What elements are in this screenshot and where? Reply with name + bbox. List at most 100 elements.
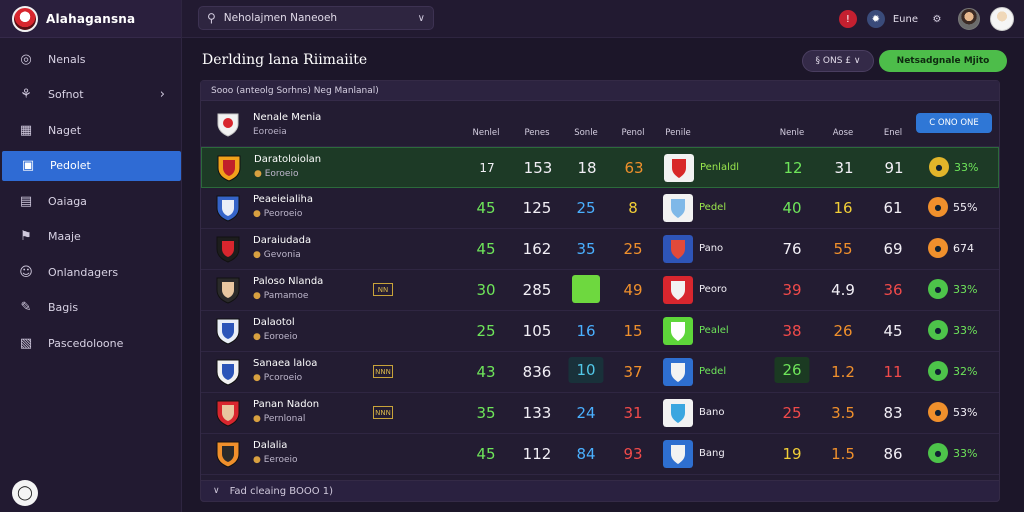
pen-icon: ✎ bbox=[20, 300, 32, 315]
column-header[interactable]: Enel bbox=[884, 128, 902, 138]
player-position: ● Eeroeio bbox=[253, 455, 298, 465]
club-badge-icon bbox=[663, 317, 693, 345]
status-dot-icon: ● bbox=[253, 414, 261, 424]
club-badge-icon bbox=[663, 440, 693, 468]
sidebar-item[interactable]: ▦ Naget bbox=[0, 115, 181, 145]
sidebar-item-label: Maaje bbox=[48, 230, 81, 243]
rating-dot-icon: ● bbox=[928, 443, 948, 463]
stat-cell: 40 bbox=[782, 199, 802, 217]
column-header[interactable]: Aose bbox=[833, 128, 854, 138]
sidebar-item[interactable]: ◎ Nenals bbox=[0, 44, 181, 74]
player-name[interactable]: Daratoloiolan bbox=[254, 154, 321, 165]
column-header[interactable]: Nenlel bbox=[473, 128, 500, 138]
player-sub: Peoroeio bbox=[263, 209, 303, 219]
table-row[interactable]: Paloso Nlanda ● Pamamoe NN 30 285 49 39 4.9 36 Pe… bbox=[201, 270, 999, 311]
player-sub: Eeroeio bbox=[263, 455, 298, 465]
settings-icon[interactable]: ⚙ bbox=[928, 10, 946, 28]
top-bar: ⚲ Neholajmen Naneoeh ∨ ! ✹ Eune ⚙ bbox=[182, 0, 1024, 38]
squad-table: Sooo (anteolg Sorhns) Neg Manlanal) Nena… bbox=[200, 80, 1000, 502]
player-crest-icon bbox=[216, 277, 240, 304]
sidebar-item[interactable]: ⚘ Sofnot › bbox=[0, 80, 181, 110]
sidebar-item-label: Nenals bbox=[48, 52, 86, 66]
rating-value: 33% bbox=[953, 446, 978, 460]
club-name[interactable]: Bang bbox=[699, 448, 725, 459]
stat-cell: 25 bbox=[623, 240, 643, 258]
player-name[interactable]: Daraiudada bbox=[253, 235, 311, 246]
player-name[interactable]: Dalalia bbox=[253, 440, 287, 451]
highlight-cell[interactable] bbox=[572, 275, 600, 303]
stat-cell: 55 bbox=[833, 240, 853, 258]
player-position: ● Eoroeio bbox=[253, 332, 297, 342]
status-dot-icon: ● bbox=[253, 291, 261, 301]
club-name[interactable]: Pano bbox=[699, 243, 723, 254]
brand[interactable]: Alahagansna bbox=[0, 0, 181, 38]
sidebar-item[interactable]: ⚑ Maaje bbox=[0, 222, 181, 252]
club-logo bbox=[12, 5, 38, 32]
column-header[interactable]: Penol bbox=[621, 128, 644, 138]
chevron-right-icon: › bbox=[159, 87, 165, 102]
search-input[interactable]: ⚲ Neholajmen Naneoeh ∨ bbox=[198, 6, 434, 30]
table-row[interactable]: Panan Nadon ● Pernlonal NNN 35 133 24 31 25 3.5 8… bbox=[201, 393, 999, 434]
table-row[interactable]: Dalaotol ● Eoroeio 25 105 16 15 38 26 45 Pealel ● 3… bbox=[201, 311, 999, 352]
column-header[interactable]: Penes bbox=[524, 128, 549, 138]
sidebar-nav: ◎ Nenals ⚘ Sofnot › ▦ Naget ▣ Pedolet ▤ Oaiaga ⚑ Maa… bbox=[0, 38, 181, 358]
player-crest-icon bbox=[216, 195, 240, 222]
sidebar-item-label: Pascedoloone bbox=[48, 336, 124, 350]
player-name[interactable]: Sanaea laloa bbox=[253, 358, 317, 369]
club-name[interactable]: Peoro bbox=[699, 284, 727, 295]
column-header[interactable]: Penile bbox=[665, 128, 690, 138]
column-header[interactable]: Sonle bbox=[574, 128, 598, 138]
chevron-down-icon[interactable]: ∨ bbox=[418, 13, 425, 24]
globe-icon[interactable]: ✹ bbox=[866, 10, 885, 28]
player-name[interactable]: Dalaotol bbox=[253, 317, 295, 328]
table-footer[interactable]: ∨ Fad cleaing BOOO 1) bbox=[200, 480, 1000, 502]
club-name[interactable]: Pedel bbox=[699, 202, 726, 213]
profile-avatar[interactable] bbox=[990, 7, 1014, 31]
club-name[interactable]: Penlaldl bbox=[700, 162, 739, 173]
sidebar-item[interactable]: ✎ Bagis bbox=[0, 293, 181, 323]
stat-cell: 45 bbox=[476, 240, 496, 258]
stat-cell: 25 bbox=[576, 199, 596, 217]
help-icon[interactable]: ◯ bbox=[12, 480, 38, 506]
stat-cell: 91 bbox=[884, 159, 904, 177]
status-dot-icon: ● bbox=[253, 373, 261, 383]
stat-cell: 45 bbox=[476, 445, 496, 463]
player-position: ● Peoroeio bbox=[253, 209, 302, 219]
sidebar-item[interactable]: ▣ Pedolet bbox=[2, 150, 181, 181]
table-row[interactable]: Daratoloiolan ● Eoroeio 17 153 18 63 12 31 91 Pen… bbox=[201, 147, 999, 188]
sidebar-item[interactable]: ▧ Pascedoloone bbox=[0, 328, 181, 358]
chevron-down-icon: ∨ bbox=[213, 486, 220, 496]
header-subtitle: Eoroeia bbox=[253, 127, 287, 137]
status-dot-icon: ● bbox=[253, 455, 261, 465]
table-row[interactable]: Dalalia ● Eeroeio 45 112 84 93 19 1.5 86 Bang ● 33% bbox=[201, 434, 999, 475]
user-label[interactable]: Eune bbox=[893, 14, 918, 25]
club-name[interactable]: Pedel bbox=[699, 366, 726, 377]
club-name[interactable]: Bano bbox=[699, 407, 724, 418]
header-toggle-button[interactable]: C ONO ONE bbox=[916, 113, 992, 133]
column-header[interactable]: Nenle bbox=[780, 128, 805, 138]
stat-cell: 30 bbox=[476, 281, 496, 299]
role-badge: NN bbox=[373, 283, 393, 296]
table-caption: Sooo (anteolg Sorhns) Neg Manlanal) bbox=[201, 81, 999, 101]
table-row[interactable]: Peaeieialiha ● Peoroeio 45 125 25 8 40 16 61 Pede… bbox=[201, 188, 999, 229]
sidebar-item-label: Oaiaga bbox=[48, 194, 87, 208]
table-row[interactable]: Daraiudada ● Gevonia 45 162 35 25 76 55 69 Pano ● 6… bbox=[201, 229, 999, 270]
table-row[interactable]: Sanaea laloa ● Pcoroeio NNN 43 836 10 37 26 1.2 1… bbox=[201, 352, 999, 393]
player-name[interactable]: Peaeieialiha bbox=[253, 194, 313, 205]
primary-action-button[interactable]: Netsadgnale Mjito bbox=[879, 50, 1007, 72]
stat-cell: 76 bbox=[782, 240, 802, 258]
chart-icon: ▧ bbox=[19, 335, 33, 351]
filter-button[interactable]: § ONS £ ∨ bbox=[802, 50, 874, 72]
rating-indicator: ● 32% bbox=[928, 361, 977, 381]
manager-avatar[interactable] bbox=[958, 8, 980, 30]
player-name[interactable]: Paloso Nlanda bbox=[253, 276, 323, 287]
sidebar-item[interactable]: ☺ Onlandagers bbox=[0, 257, 181, 287]
rating-value: 32% bbox=[953, 364, 978, 378]
club-name[interactable]: Pealel bbox=[699, 325, 729, 336]
player-position: ● Pcoroeio bbox=[253, 373, 302, 383]
notification-icon[interactable]: ! bbox=[838, 10, 857, 28]
stat-cell: 25 bbox=[782, 404, 802, 422]
stat-cell: 1.5 bbox=[831, 445, 855, 463]
player-name[interactable]: Panan Nadon bbox=[253, 399, 319, 410]
sidebar-item[interactable]: ▤ Oaiaga bbox=[0, 186, 181, 216]
